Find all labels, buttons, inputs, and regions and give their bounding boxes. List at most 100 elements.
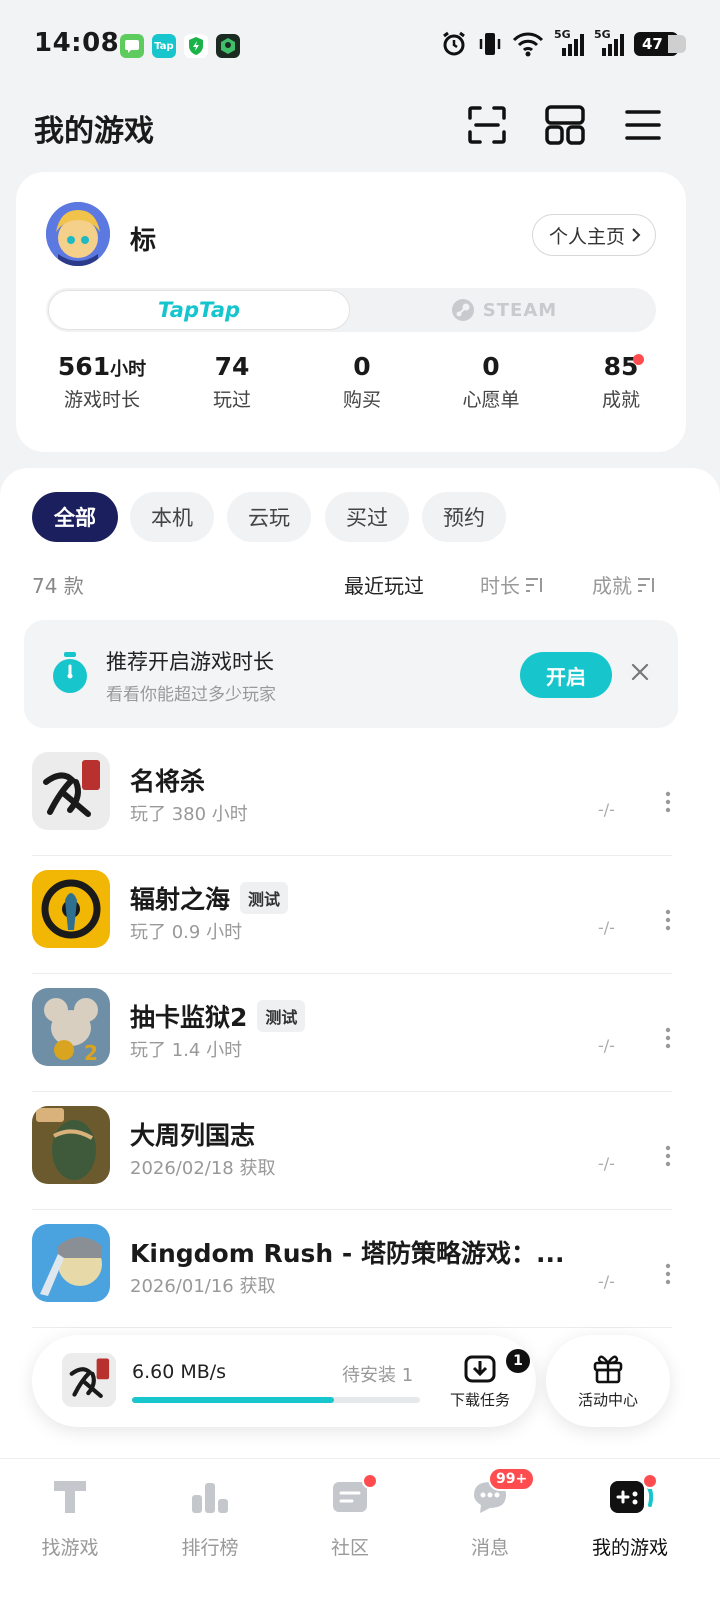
sort-playtime[interactable]: 时长 (480, 570, 544, 599)
filter-chip-bought[interactable]: 买过 (325, 492, 409, 542)
achievement-dot (633, 354, 644, 365)
playtime-banner: 推荐开启游戏时长 看看你能超过多少玩家 开启 (24, 620, 678, 728)
status-time: 14:08 (34, 28, 120, 58)
stat-wishlist[interactable]: 0 心愿单 (431, 352, 551, 412)
game-icon-fushezhihai (32, 870, 110, 948)
nav-ranking[interactable]: 排行榜 (140, 1475, 280, 1560)
game-subtitle: 玩了 1.4 小时 (130, 1040, 243, 1061)
signal-icon-2: 5G (594, 28, 624, 58)
download-progress (132, 1397, 420, 1403)
filter-chip-cloud[interactable]: 云玩 (227, 492, 311, 542)
status-indicators: 5G 5G 47 (440, 28, 686, 58)
game-row[interactable]: Kingdom Rush - 塔防策略游戏：... 2026/01/16 获取 … (32, 1210, 672, 1328)
download-game-icon (62, 1353, 116, 1407)
vibrate-icon (479, 33, 501, 55)
avatar[interactable] (46, 202, 110, 266)
message-badge: 99+ (488, 1467, 536, 1491)
game-icon-choukajianyu2: 2 (32, 988, 110, 1066)
filter-chip-reserved[interactable]: 预约 (422, 492, 506, 542)
more-icon[interactable] (660, 1262, 676, 1286)
alarm-icon (443, 31, 465, 56)
download-progress-fill (132, 1397, 334, 1403)
page-title: 我的游戏 (34, 114, 154, 149)
game-icon-dazhouliguozhi (32, 1106, 110, 1184)
sort-recent[interactable]: 最近玩过 (344, 570, 424, 599)
game-achievement: -/- (598, 1036, 615, 1055)
ranking-icon (192, 1483, 228, 1513)
nav-find-games[interactable]: 找游戏 (0, 1475, 140, 1560)
download-count-badge: 1 (506, 1349, 530, 1373)
game-achievement: -/- (598, 1154, 615, 1173)
battery-icon: 47 (634, 32, 686, 56)
game-achievement: -/- (598, 1272, 615, 1291)
download-bar[interactable]: 6.60 MB/s 待安装 1 下载任务 1 (32, 1335, 536, 1427)
enable-button[interactable]: 开启 (520, 652, 612, 698)
menu-icon[interactable] (622, 104, 664, 146)
game-row[interactable]: 名将杀 玩了 380 小时 -/- (32, 738, 672, 856)
game-row[interactable]: 大周列国志 2026/02/18 获取 -/- (32, 1092, 672, 1210)
sort-icon (526, 577, 542, 592)
stat-purchased[interactable]: 0 购买 (302, 352, 422, 412)
download-speed: 6.60 MB/s (132, 1361, 227, 1383)
game-subtitle: 玩了 380 小时 (130, 804, 248, 825)
test-badge: 测试 (257, 1000, 306, 1032)
more-icon[interactable] (660, 1144, 676, 1168)
game-title: 名将杀 (130, 767, 206, 796)
username: 标 (130, 226, 157, 256)
community-dot (362, 1473, 378, 1489)
close-icon[interactable] (628, 660, 652, 684)
layout-icon[interactable] (544, 104, 586, 146)
pending-install: 待安装 1 (342, 1365, 414, 1386)
game-icon-kingdomrush (32, 1224, 110, 1302)
sort-achievement[interactable]: 成就 (592, 570, 656, 599)
more-icon[interactable] (660, 1026, 676, 1050)
game-achievement: -/- (598, 800, 615, 819)
game-subtitle: 玩了 0.9 小时 (130, 922, 243, 943)
game-subtitle: 2026/01/16 获取 (130, 1276, 276, 1297)
stat-achievements[interactable]: 85 成就 (561, 352, 681, 412)
more-icon[interactable] (660, 790, 676, 814)
filter-chip-all[interactable]: 全部 (32, 492, 118, 542)
platform-steam-tab[interactable]: STEAM (352, 288, 656, 332)
chevron-right-icon (632, 228, 641, 242)
event-center-button[interactable]: 活动中心 (546, 1335, 670, 1427)
nav-community[interactable]: 社区 (280, 1473, 420, 1560)
steam-icon (451, 299, 474, 321)
game-count: 74 款 (32, 574, 84, 598)
game-achievement: -/- (598, 918, 615, 937)
stat-played[interactable]: 74 玩过 (172, 352, 292, 412)
homepage-button[interactable]: 个人主页 (531, 214, 656, 256)
game-icon-mingjiangsha (32, 752, 110, 830)
game-app-icon (216, 34, 240, 58)
status-app-icons: Tap (120, 34, 240, 58)
nav-my-games[interactable]: 我的游戏 (560, 1473, 700, 1560)
taptap-icon (54, 1481, 86, 1513)
filter-chip-local[interactable]: 本机 (130, 492, 214, 542)
download-icon (464, 1355, 496, 1383)
status-bar: 14:08 Tap 5G 5G 47 (0, 0, 720, 92)
bottom-nav: 找游戏 排行榜 社区 消息 99+ 我的游戏 (0, 1458, 720, 1608)
svg-text:2: 2 (84, 1041, 98, 1065)
signal-icon-1: 5G (554, 28, 584, 58)
game-row[interactable]: 2 抽卡监狱2 测试 玩了 1.4 小时 -/- (32, 974, 672, 1092)
stat-playtime[interactable]: 561小时 游戏时长 (42, 352, 162, 412)
platform-taptap-tab[interactable]: TapTap (48, 290, 350, 330)
scan-icon[interactable] (466, 104, 508, 146)
sort-icon (638, 577, 654, 592)
game-list-panel: 全部 本机 云玩 买过 预约 74 款 最近玩过 时长 成就 推荐开启游戏时长 … (0, 468, 720, 1468)
taptap-app-icon: Tap (152, 34, 176, 58)
game-title: 辐射之海 测试 (130, 880, 289, 916)
my-games-dot (642, 1473, 658, 1489)
nav-messages[interactable]: 消息 99+ (420, 1467, 560, 1560)
test-badge: 测试 (240, 882, 289, 914)
game-title: Kingdom Rush - 塔防策略游戏：... (130, 1239, 565, 1268)
banner-title: 推荐开启游戏时长 (106, 650, 274, 674)
profile-card: 标 个人主页 TapTap STEAM 561小时 游戏时长 74 玩过 0 购… (16, 172, 686, 452)
shield-app-icon (184, 34, 208, 58)
game-subtitle: 2026/02/18 获取 (130, 1158, 276, 1179)
platform-switch: TapTap STEAM (46, 288, 656, 332)
game-row[interactable]: 辐射之海 测试 玩了 0.9 小时 -/- (32, 856, 672, 974)
more-icon[interactable] (660, 908, 676, 932)
banner-subtitle: 看看你能超过多少玩家 (106, 685, 276, 705)
game-title: 大周列国志 (130, 1121, 256, 1150)
